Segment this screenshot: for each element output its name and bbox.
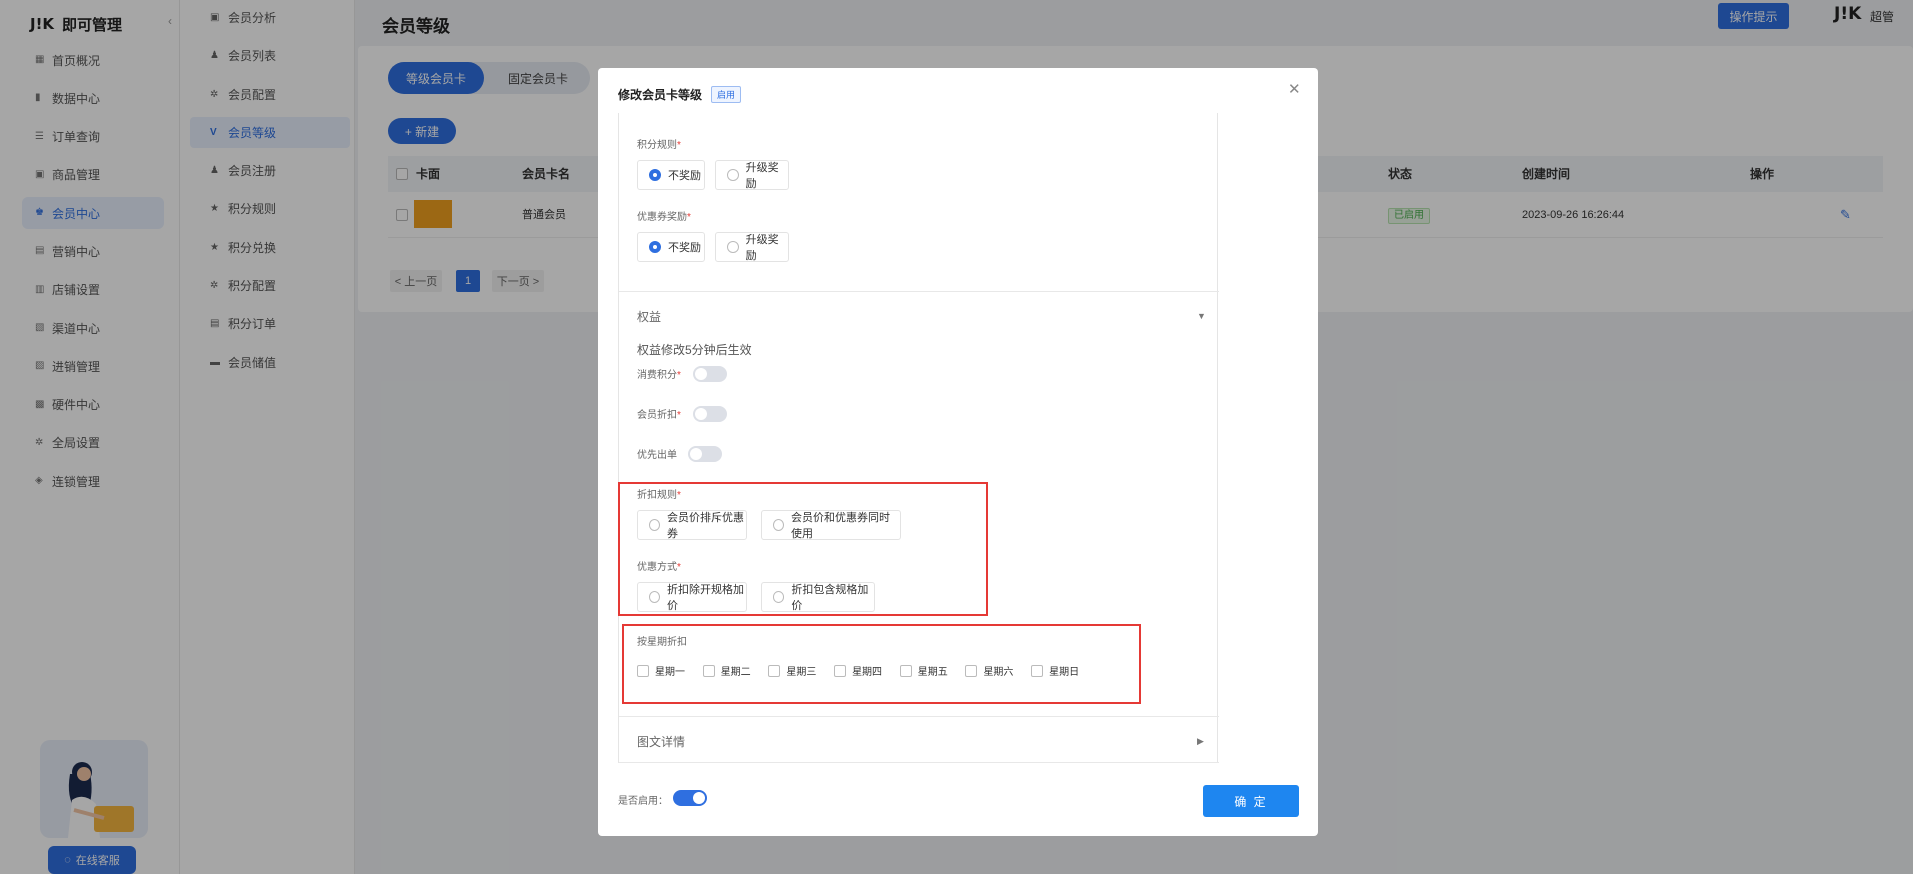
detail-section-title[interactable]: 图文详情 bbox=[637, 733, 685, 750]
radio-checked-icon bbox=[649, 241, 661, 253]
member-discount-switch[interactable] bbox=[693, 406, 727, 422]
coupon-reward-label: 优惠券奖励* bbox=[637, 212, 691, 223]
radio-icon bbox=[727, 169, 739, 181]
enabled-tag: 启用 bbox=[711, 86, 742, 103]
modal-title-text: 修改会员卡等级 bbox=[618, 88, 703, 102]
modal-title: 修改会员卡等级 启用 bbox=[618, 86, 742, 103]
edit-level-modal: 修改会员卡等级 启用 ✕ 积分规则* 不奖励 升级奖励 优惠券奖励* 不奖励 升… bbox=[598, 68, 1318, 836]
benefits-section-title[interactable]: 权益 bbox=[637, 308, 661, 325]
option-label: 升级奖励 bbox=[745, 234, 779, 262]
highlight-discount-rules bbox=[618, 482, 988, 616]
option-label: 不奖励 bbox=[668, 170, 701, 182]
highlight-weekday-discount bbox=[622, 624, 1141, 704]
coupon-reward-no-reward[interactable]: 不奖励 bbox=[637, 232, 705, 262]
points-rule-upgrade-reward[interactable]: 升级奖励 bbox=[715, 160, 789, 190]
member-discount-label: 会员折扣* bbox=[637, 410, 681, 421]
consume-points-switch[interactable] bbox=[693, 366, 727, 382]
points-rule-label: 积分规则* bbox=[637, 140, 681, 151]
divider bbox=[619, 291, 1219, 292]
divider bbox=[619, 716, 1219, 717]
points-rule-no-reward[interactable]: 不奖励 bbox=[637, 160, 705, 190]
priority-label: 优先出单 bbox=[637, 450, 677, 461]
enable-label: 是否启用： bbox=[618, 796, 668, 807]
coupon-reward-upgrade-reward[interactable]: 升级奖励 bbox=[715, 232, 789, 262]
close-icon[interactable]: ✕ bbox=[1288, 80, 1301, 98]
consume-points-label: 消费积分* bbox=[637, 370, 681, 381]
caret-down-icon[interactable]: ▼ bbox=[1197, 311, 1206, 321]
radio-checked-icon bbox=[649, 169, 661, 181]
option-label: 升级奖励 bbox=[745, 162, 779, 190]
caret-right-icon[interactable]: ▶ bbox=[1197, 736, 1204, 747]
priority-switch[interactable] bbox=[688, 446, 722, 462]
confirm-button[interactable]: 确 定 bbox=[1203, 785, 1299, 817]
enable-switch[interactable] bbox=[673, 790, 707, 806]
benefits-note: 权益修改5分钟后生效 bbox=[637, 343, 752, 357]
radio-icon bbox=[727, 241, 739, 253]
option-label: 不奖励 bbox=[668, 242, 701, 254]
divider bbox=[619, 762, 1219, 763]
